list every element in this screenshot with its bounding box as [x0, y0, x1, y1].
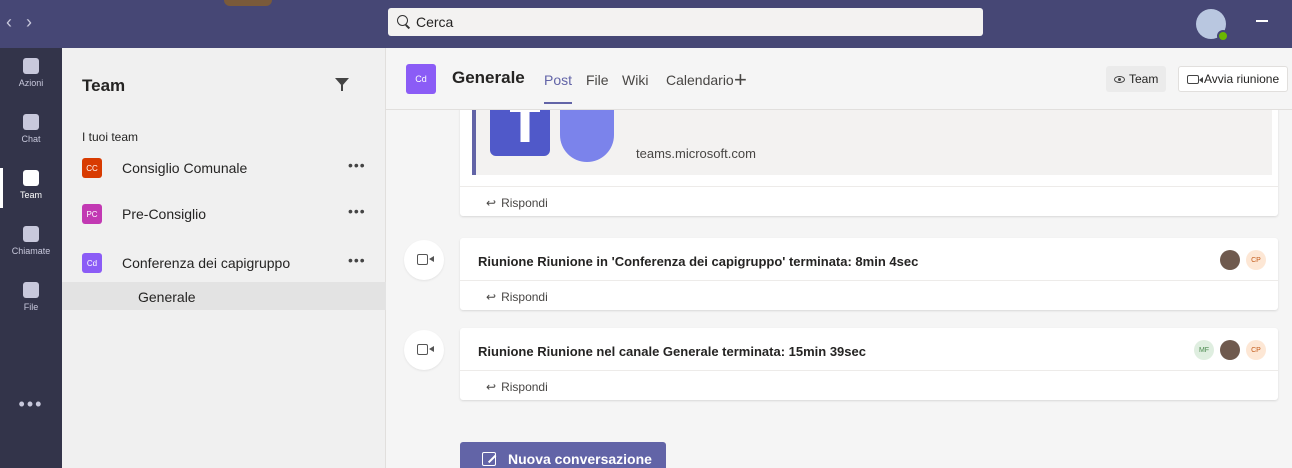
video-camera-icon	[1187, 74, 1203, 84]
rail-item-chiamate[interactable]: Chiamate	[0, 216, 62, 272]
channel-team-badge: Cd	[406, 64, 436, 94]
teams-icon	[23, 170, 39, 186]
microsoft-teams-logo-icon	[490, 110, 620, 162]
tab-post[interactable]: Post	[544, 72, 573, 104]
rail-item-file[interactable]: File	[0, 272, 62, 328]
teams-panel: Team I tuoi team CC Consiglio Comunale •…	[62, 48, 386, 468]
status-available-icon	[1217, 30, 1229, 42]
search-input[interactable]: Cerca	[388, 8, 983, 36]
reply-button[interactable]: ↩ Rispondi	[460, 186, 1278, 216]
rail-item-azioni[interactable]: Azioni	[0, 48, 62, 104]
decorative-shape	[224, 0, 272, 6]
bell-icon	[23, 58, 39, 74]
meeting-card: Riunione Riunione nel canale Generale te…	[460, 328, 1278, 400]
minimize-icon[interactable]	[1256, 20, 1268, 22]
meeting-card: Riunione Riunione in 'Conferenza dei cap…	[460, 238, 1278, 310]
meeting-title[interactable]: Riunione Riunione in 'Conferenza dei cap…	[478, 254, 918, 269]
meeting-icon	[404, 240, 444, 280]
team-name: Pre-Consiglio	[122, 206, 207, 222]
meeting-title[interactable]: Riunione Riunione nel canale Generale te…	[478, 344, 866, 359]
more-options-icon[interactable]: •••	[348, 203, 366, 219]
team-view-button[interactable]: Team	[1106, 66, 1167, 92]
file-icon	[23, 282, 39, 298]
rail-item-chat[interactable]: Chat	[0, 104, 62, 160]
message-card: teams.microsoft.com ↩ Rispondi	[460, 110, 1278, 216]
reply-arrow-icon: ↩	[486, 290, 497, 304]
channel-item-generale[interactable]: Generale	[62, 282, 386, 310]
tab-file[interactable]: File	[586, 72, 609, 88]
team-row-conferenza-capigruppo[interactable]: Cd Conferenza dei capigruppo •••	[62, 243, 386, 281]
avatar[interactable]: CP	[1246, 250, 1266, 270]
avatar[interactable]	[1220, 340, 1240, 360]
team-row-pre-consiglio[interactable]: PC Pre-Consiglio •••	[62, 194, 386, 232]
add-tab-icon[interactable]: +	[734, 67, 747, 93]
nav-arrows: ‹›	[6, 12, 46, 33]
top-bar: ‹› Cerca	[0, 0, 1292, 48]
new-conversation-button[interactable]: Nuova conversazione	[460, 442, 666, 468]
app-rail: Azioni Chat Team Chiamate File •••	[0, 48, 62, 468]
back-arrow-icon[interactable]: ‹	[6, 12, 26, 32]
channel-header: Cd Generale Post File Wiki Calendario + …	[386, 48, 1292, 110]
conversation-feed: teams.microsoft.com ↩ Rispondi Riunione R…	[386, 110, 1292, 468]
avatar[interactable]: CP	[1246, 340, 1266, 360]
compose-icon	[482, 452, 496, 466]
team-name: Conferenza dei capigruppo	[122, 255, 291, 271]
team-badge: Cd	[82, 253, 102, 273]
avatar[interactable]: MF	[1194, 340, 1214, 360]
team-badge: PC	[82, 204, 102, 224]
more-options-icon[interactable]: •••	[348, 157, 366, 173]
search-icon	[396, 14, 412, 30]
preview-url: teams.microsoft.com	[636, 146, 756, 161]
meeting-icon	[404, 330, 444, 370]
reply-button[interactable]: ↩ Rispondi	[460, 370, 1278, 400]
reply-arrow-icon: ↩	[486, 196, 497, 210]
chat-icon	[23, 114, 39, 130]
panel-title: Team	[82, 76, 126, 95]
forward-arrow-icon[interactable]: ›	[26, 12, 46, 32]
participant-avatars: MF CP	[1194, 340, 1266, 360]
reply-arrow-icon: ↩	[486, 380, 497, 394]
tab-calendario[interactable]: Calendario	[666, 72, 734, 88]
team-name: Consiglio Comunale	[122, 160, 248, 176]
rail-more-apps[interactable]: •••	[0, 394, 62, 415]
start-meeting-button[interactable]: Avvia riunione	[1178, 66, 1289, 92]
user-avatar[interactable]	[1196, 9, 1229, 42]
reply-button[interactable]: ↩ Rispondi	[460, 280, 1278, 310]
link-preview[interactable]: teams.microsoft.com	[472, 110, 1272, 175]
team-row-consiglio-comunale[interactable]: CC Consiglio Comunale •••	[62, 148, 386, 186]
eye-icon	[1114, 75, 1125, 83]
participant-avatars: CP	[1220, 250, 1266, 270]
section-label: I tuoi team	[82, 130, 139, 144]
rail-item-team[interactable]: Team	[0, 160, 62, 216]
channel-name: Generale	[138, 289, 196, 305]
phone-icon	[23, 226, 39, 242]
tab-wiki[interactable]: Wiki	[622, 72, 648, 88]
avatar[interactable]	[1220, 250, 1240, 270]
filter-icon[interactable]	[335, 78, 349, 92]
search-placeholder: Cerca	[416, 14, 454, 30]
team-badge: CC	[82, 158, 102, 178]
more-options-icon[interactable]: •••	[348, 252, 366, 268]
channel-title: Generale	[452, 68, 525, 87]
